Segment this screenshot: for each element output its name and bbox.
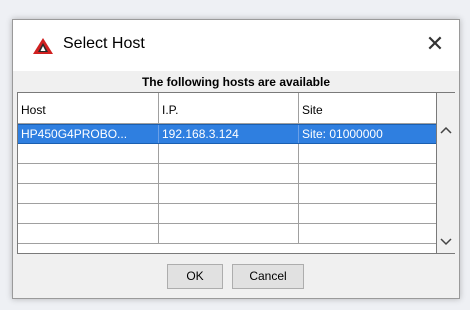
table-row[interactable]	[18, 164, 436, 184]
site-cell	[299, 144, 436, 163]
column-header-host[interactable]: Host	[18, 93, 159, 123]
ip-cell: 192.168.3.124	[159, 125, 299, 143]
host-cell	[18, 204, 159, 223]
close-button[interactable]: ✕	[421, 30, 449, 58]
host-cell	[18, 164, 159, 183]
table-row[interactable]	[18, 144, 436, 164]
host-cell	[18, 184, 159, 203]
cancel-button[interactable]: Cancel	[232, 264, 304, 289]
chevron-up-icon[interactable]	[437, 121, 455, 139]
table-header-row: Host I.P. Site	[18, 93, 436, 124]
site-cell	[299, 224, 436, 243]
host-cell: HP450G4PROBO...	[18, 125, 159, 143]
site-cell	[299, 204, 436, 223]
table-row[interactable]	[18, 184, 436, 204]
title-bar: Select Host ✕	[13, 20, 459, 71]
table-caption: The following hosts are available	[141, 75, 331, 89]
vertical-scrollbar[interactable]	[437, 92, 455, 254]
site-cell: Site: 01000000	[302, 127, 383, 141]
select-host-dialog: Select Host ✕ The following hosts are av…	[12, 19, 460, 299]
hosts-table: Host I.P. Site HP450G4PROBO... 192.168.3…	[17, 92, 437, 254]
table-row[interactable]	[18, 204, 436, 224]
ok-button[interactable]: OK	[167, 264, 223, 289]
site-cell	[299, 184, 436, 203]
table-row[interactable]: HP450G4PROBO... 192.168.3.124 Site: 0100…	[18, 124, 436, 144]
table-row[interactable]	[18, 224, 436, 244]
ip-cell	[159, 204, 299, 223]
host-cell	[18, 224, 159, 243]
column-header-ip[interactable]: I.P.	[159, 93, 299, 123]
ip-cell	[159, 144, 299, 163]
ip-cell	[159, 184, 299, 203]
ip-cell	[159, 224, 299, 243]
dialog-title: Select Host	[63, 35, 145, 52]
column-header-site[interactable]: Site	[299, 93, 436, 123]
chevron-down-icon[interactable]	[437, 233, 455, 251]
host-cell	[18, 144, 159, 163]
app-logo-icon	[33, 38, 53, 54]
ip-cell	[159, 164, 299, 183]
site-cell	[299, 164, 436, 183]
